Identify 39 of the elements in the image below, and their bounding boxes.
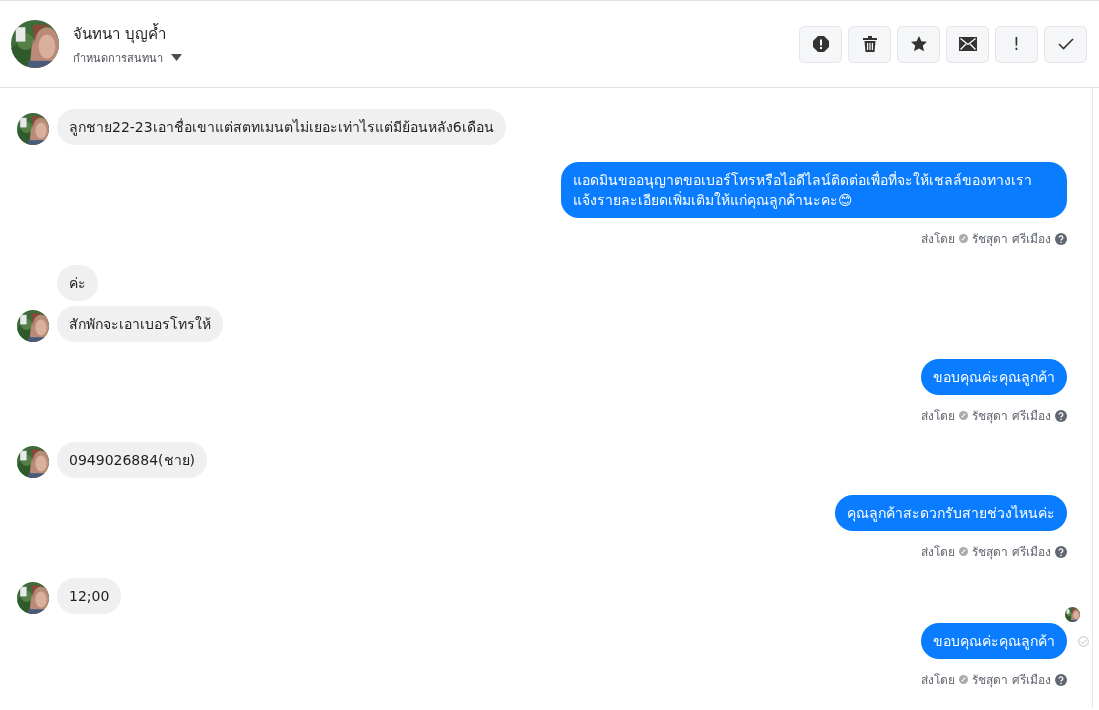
message-bubble: คุณลูกค้าสะดวกรับสายช่วงไหนค่ะ bbox=[835, 495, 1067, 531]
message-bubble: สักพักจะเอาเบอรโทรให้ bbox=[57, 306, 223, 342]
contact-name: จันทนา บุญค้ำ bbox=[73, 22, 167, 46]
message-bubble: ขอบคุณค่ะคุณลูกค้า bbox=[921, 623, 1067, 659]
agent-name: รัชสุดา ศรีเมือง bbox=[972, 672, 1051, 689]
sent-by-label: ส่งโดย bbox=[921, 672, 956, 689]
message-bubble: ขอบคุณค่ะคุณลูกค้า bbox=[921, 359, 1067, 395]
check-icon bbox=[1057, 38, 1074, 50]
star-button[interactable] bbox=[897, 25, 940, 63]
help-icon[interactable] bbox=[1055, 232, 1067, 245]
agent-name: รัชสุดา ศรีเมือง bbox=[972, 408, 1051, 425]
agent-icon bbox=[959, 547, 969, 556]
help-icon[interactable] bbox=[1055, 673, 1067, 686]
sent-by-label: ส่งโดย bbox=[921, 544, 956, 561]
agent-icon bbox=[959, 675, 969, 684]
mail-button[interactable] bbox=[946, 25, 989, 63]
sent-by-label: ส่งโดย bbox=[921, 231, 956, 248]
mail-icon bbox=[958, 37, 977, 51]
star-icon bbox=[910, 36, 927, 52]
help-icon[interactable] bbox=[1055, 409, 1067, 422]
message-bubble: 12;00 bbox=[57, 578, 122, 614]
message-bubble: 0949026884(ชาย) bbox=[57, 442, 207, 478]
help-icon[interactable] bbox=[1055, 545, 1067, 558]
message-bubble: ลูกชาย22-23เอาชื่อเขาแต่สตทเมนตไม่เยอะเท่าไรแต่มีย้อนหลัง6เดือน bbox=[57, 109, 506, 145]
message-bubble: แอดมินขออนุญาตขอเบอร์โทรหรือไอดีไลน์ติดต่อเพื่อที่จะให้เชลล์ของทางเรา แจ้งรายละเอียดเพิ่มเติมให้แก่คุณลูกค้านะคะ😊 bbox=[561, 162, 1067, 218]
sent-by-label: ส่งโดย bbox=[921, 408, 956, 425]
alert-icon bbox=[812, 36, 829, 52]
schedule-link[interactable]: กำหนดการสนทนา bbox=[73, 48, 163, 67]
agent-icon bbox=[959, 411, 969, 420]
trash-button[interactable] bbox=[848, 25, 891, 63]
alert-button[interactable] bbox=[799, 25, 842, 63]
check-button[interactable] bbox=[1044, 25, 1087, 63]
agent-icon bbox=[959, 234, 969, 243]
trash-icon bbox=[862, 36, 877, 52]
agent-name: รัชสุดา ศรีเมือง bbox=[972, 231, 1051, 248]
agent-name: รัชสุดา ศรีเมือง bbox=[972, 544, 1051, 561]
caret-icon[interactable] bbox=[171, 54, 182, 61]
message-bubble: ค่ะ bbox=[57, 265, 98, 301]
important-button[interactable]: ! bbox=[995, 25, 1038, 63]
